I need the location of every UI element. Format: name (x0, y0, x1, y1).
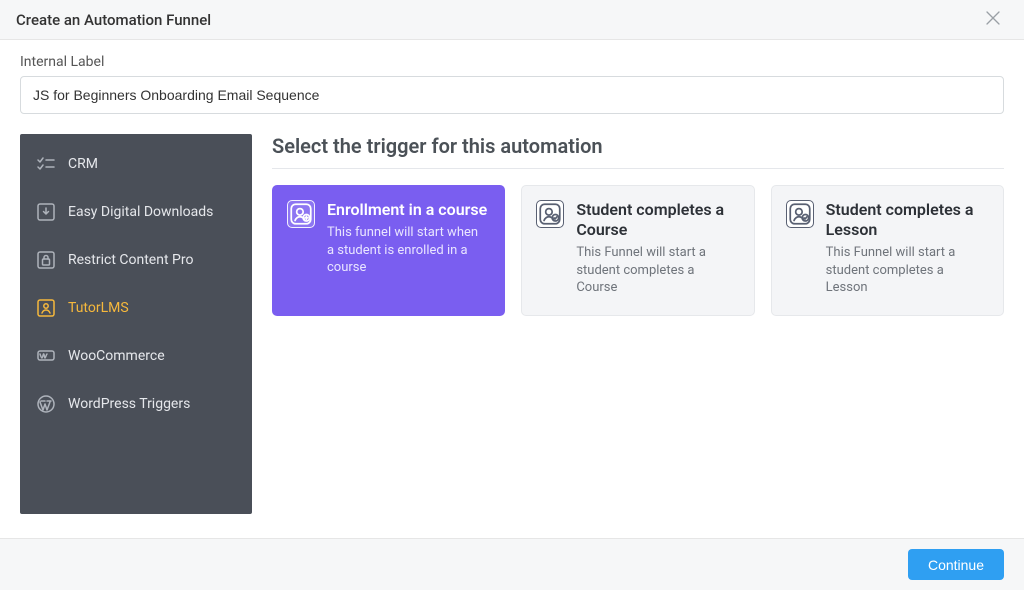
wordpress-icon (36, 394, 56, 414)
trigger-card-complete-course[interactable]: Student completes a Course This Funnel w… (521, 185, 754, 316)
sidebar-item-crm[interactable]: CRM (20, 140, 252, 188)
sidebar-item-wordpress[interactable]: WordPress Triggers (20, 380, 252, 428)
sidebar-item-rcp[interactable]: Restrict Content Pro (20, 236, 252, 284)
modal-footer: Continue (0, 538, 1024, 590)
modal-body: Internal Label CRM Easy Digital Download… (0, 40, 1024, 538)
section-title: Select the trigger for this automation (272, 134, 1004, 169)
trigger-main-panel: Select the trigger for this automation E… (252, 134, 1004, 528)
sidebar-item-label: WordPress Triggers (68, 396, 190, 412)
sidebar-item-label: Easy Digital Downloads (68, 204, 213, 220)
modal-title: Create an Automation Funnel (16, 11, 211, 29)
trigger-card-desc: This Funnel will start a student complet… (826, 244, 987, 297)
modal-header: Create an Automation Funnel (0, 0, 1024, 40)
sidebar-item-label: CRM (68, 156, 98, 172)
trigger-card-text: Enrollment in a course This funnel will … (327, 200, 488, 297)
sidebar-item-label: Restrict Content Pro (68, 252, 193, 268)
sidebar-item-tutorlms[interactable]: TutorLMS (20, 284, 252, 332)
close-icon[interactable] (978, 7, 1008, 33)
trigger-complete-course-icon (536, 200, 564, 228)
trigger-enrollment-icon (287, 200, 315, 228)
trigger-card-title: Enrollment in a course (327, 200, 488, 220)
continue-button[interactable]: Continue (908, 549, 1004, 580)
tutor-icon (36, 298, 56, 318)
woo-icon (36, 346, 56, 366)
lock-box-icon (36, 250, 56, 270)
trigger-card-enrollment[interactable]: Enrollment in a course This funnel will … (272, 185, 505, 316)
sidebar-item-woocommerce[interactable]: WooCommerce (20, 332, 252, 380)
trigger-category-sidebar: CRM Easy Digital Downloads Restrict Cont… (20, 134, 252, 514)
trigger-card-text: Student completes a Course This Funnel w… (576, 200, 737, 297)
trigger-complete-lesson-icon (786, 200, 814, 228)
download-box-icon (36, 202, 56, 222)
sidebar-item-label: TutorLMS (68, 300, 129, 316)
internal-label-caption: Internal Label (20, 54, 1004, 70)
sidebar-item-edd[interactable]: Easy Digital Downloads (20, 188, 252, 236)
trigger-card-complete-lesson[interactable]: Student completes a Lesson This Funnel w… (771, 185, 1004, 316)
internal-label-input[interactable] (20, 76, 1004, 114)
trigger-card-desc: This funnel will start when a student is… (327, 224, 488, 277)
sidebar-item-label: WooCommerce (68, 348, 165, 364)
trigger-card-title: Student completes a Lesson (826, 200, 987, 240)
automation-funnel-modal: Create an Automation Funnel Internal Lab… (0, 0, 1024, 590)
trigger-card-text: Student completes a Lesson This Funnel w… (826, 200, 987, 297)
trigger-cards: Enrollment in a course This funnel will … (272, 185, 1004, 316)
trigger-card-desc: This Funnel will start a student complet… (576, 244, 737, 297)
trigger-card-title: Student completes a Course (576, 200, 737, 240)
content-row: CRM Easy Digital Downloads Restrict Cont… (20, 134, 1004, 528)
check-list-icon (36, 154, 56, 174)
